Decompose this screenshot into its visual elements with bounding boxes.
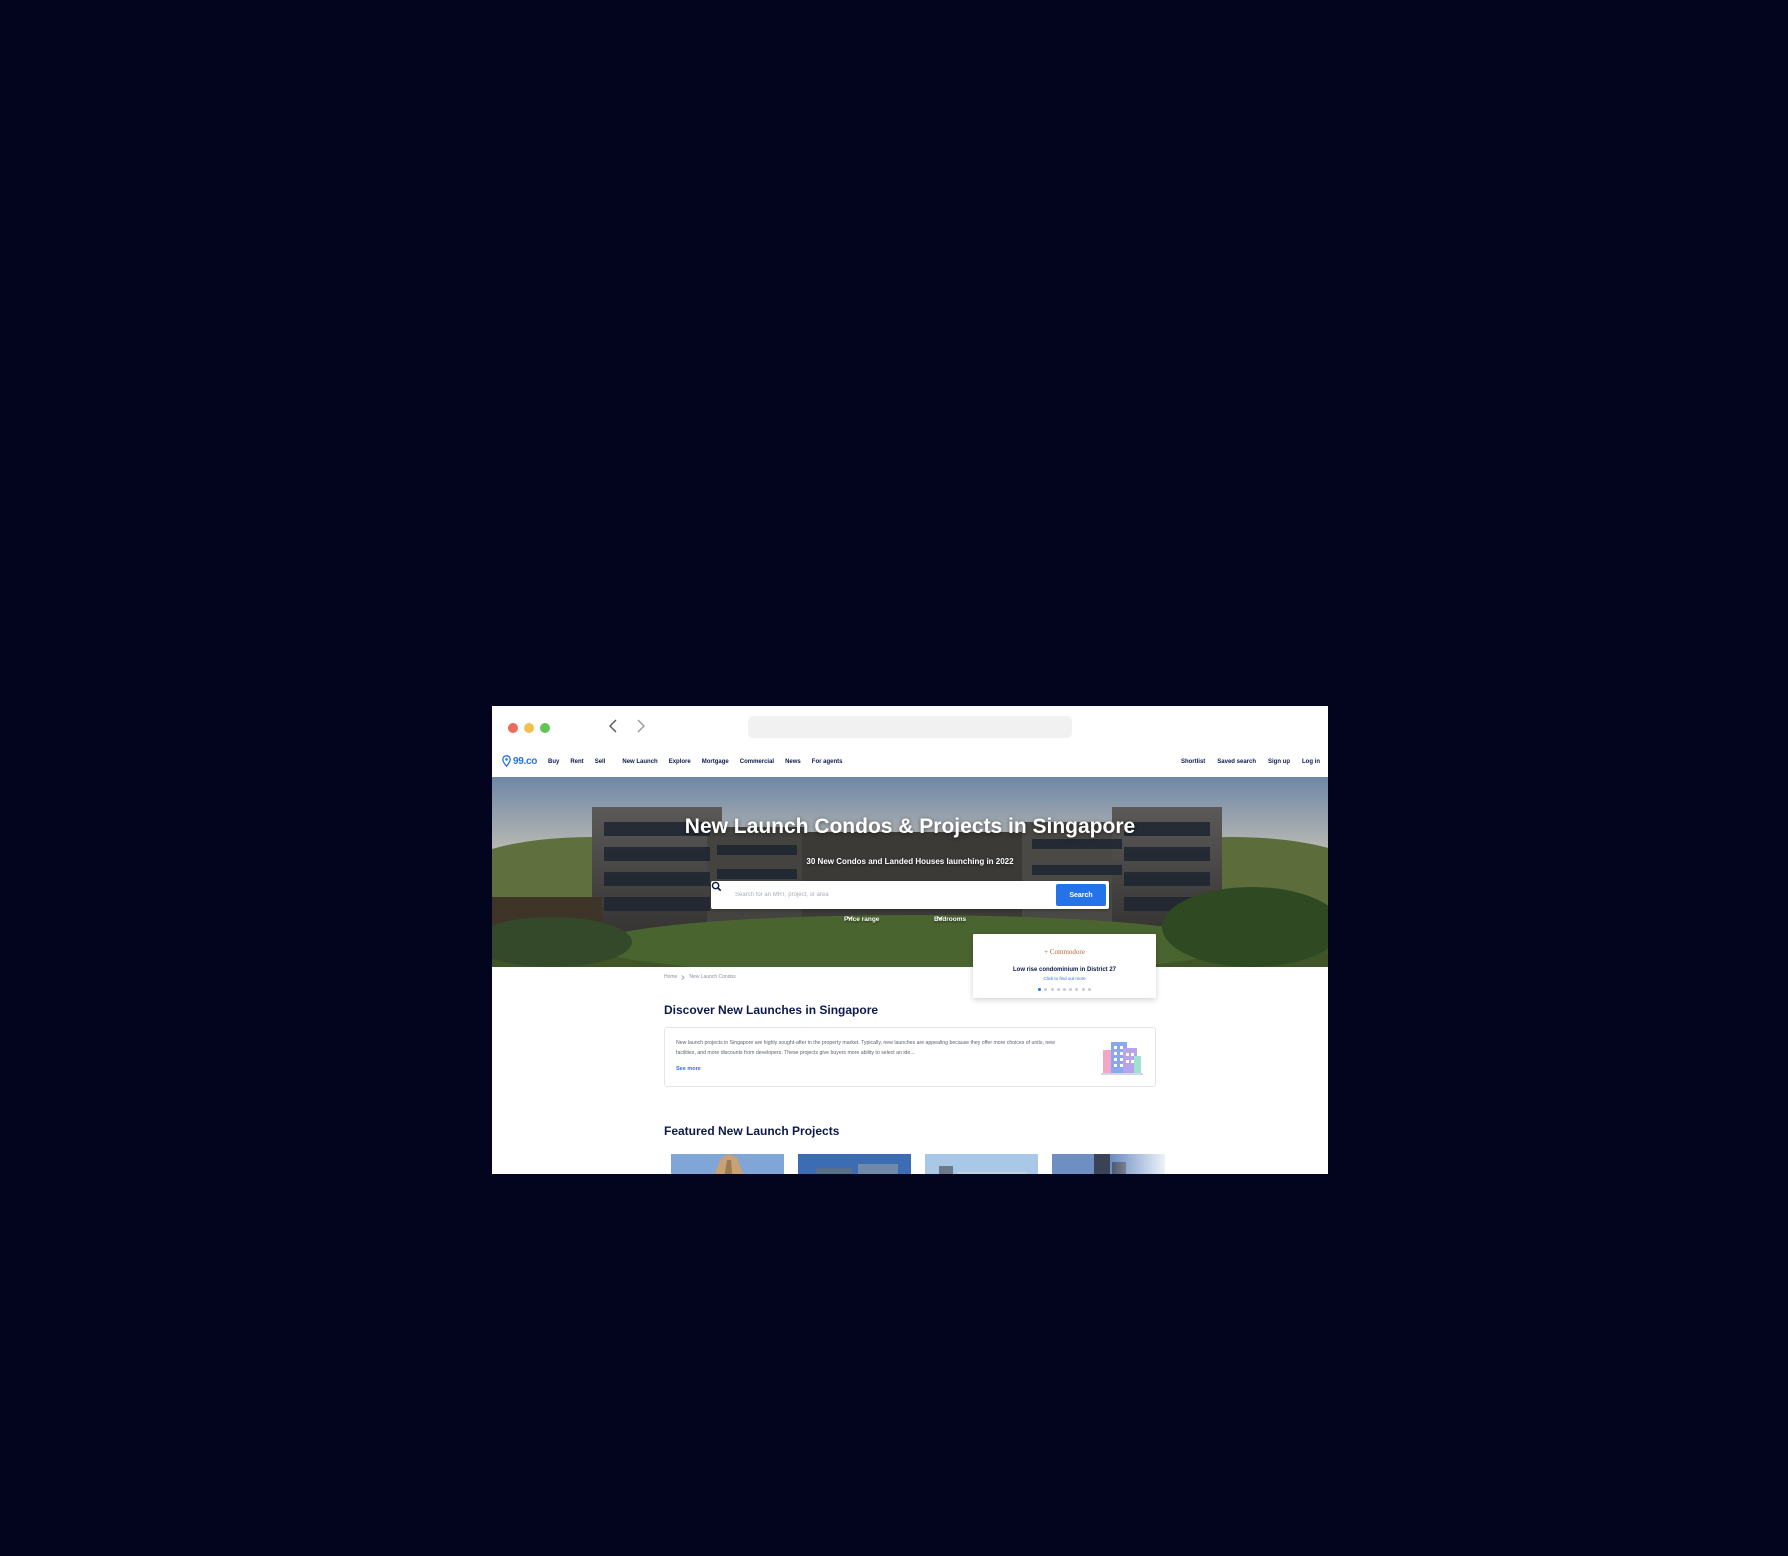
carousel-dot[interactable] bbox=[1056, 988, 1060, 991]
hero-title: New Launch Condos & Projects in Singapor… bbox=[684, 815, 1136, 838]
hero-subtitle: 30 New Condos and Landed Houses launchin… bbox=[806, 857, 1014, 866]
search-icon bbox=[711, 881, 722, 892]
account-nav: Shortlist Saved search Sign up Log in bbox=[1169, 746, 1320, 777]
forward-arrow-icon[interactable] bbox=[630, 716, 650, 736]
chevron-down-icon bbox=[937, 916, 943, 920]
nav-explore[interactable]: Explore bbox=[669, 759, 691, 765]
carousel-dot[interactable] bbox=[1087, 988, 1091, 991]
carousel-fade bbox=[1112, 1154, 1172, 1174]
project-card[interactable] bbox=[798, 1154, 911, 1174]
carousel-dot[interactable] bbox=[1075, 988, 1079, 991]
search-button[interactable]: Search bbox=[1056, 884, 1106, 906]
see-more-link[interactable]: See more bbox=[676, 1066, 701, 1072]
carousel-dots bbox=[973, 988, 1156, 991]
price-range-dropdown[interactable]: Price range bbox=[844, 916, 879, 923]
nav-new-launch[interactable]: New Launch bbox=[622, 759, 657, 765]
logo-text: 99.co bbox=[513, 755, 538, 767]
project-thumbnail bbox=[671, 1154, 784, 1174]
promo-link[interactable]: Click to find out more bbox=[973, 976, 1156, 981]
back-arrow-icon[interactable] bbox=[604, 716, 624, 736]
nav-for-agents[interactable]: For agents bbox=[812, 759, 843, 765]
nav-buy[interactable]: Buy bbox=[548, 759, 559, 765]
promo-title: Low rise condominium in District 27 bbox=[1012, 967, 1117, 973]
maximize-window-button[interactable] bbox=[540, 723, 550, 733]
hero-banner: New Launch Condos & Projects in Singapor… bbox=[492, 777, 1328, 967]
search-input[interactable] bbox=[735, 888, 1055, 902]
breadcrumb-current: New Launch Condos bbox=[689, 974, 736, 980]
carousel-dot[interactable] bbox=[1050, 988, 1054, 991]
carousel-dot[interactable] bbox=[1063, 988, 1066, 991]
nav-sign-up[interactable]: Sign up bbox=[1268, 759, 1290, 765]
carousel-dot[interactable] bbox=[1081, 988, 1085, 991]
hero-background-image bbox=[492, 777, 1328, 967]
project-thumbnail bbox=[925, 1154, 1038, 1174]
discover-description: New launch projects in Singapore are hig… bbox=[676, 1040, 1055, 1056]
featured-section-title: Featured New Launch Projects bbox=[664, 1124, 840, 1138]
browser-window: 99.co Buy Rent Sell New Launch Explore M… bbox=[492, 706, 1328, 1174]
chevron-down-icon bbox=[847, 916, 853, 920]
featured-projects-list bbox=[671, 1154, 1179, 1174]
breadcrumb-home[interactable]: Home bbox=[664, 974, 677, 980]
minimize-window-button[interactable] bbox=[524, 723, 534, 733]
discover-info-card: New launch projects in Singapore are hig… bbox=[664, 1027, 1156, 1087]
nav-log-in[interactable]: Log in bbox=[1302, 759, 1320, 765]
main-nav: Buy Rent Sell New Launch Explore Mortgag… bbox=[548, 746, 853, 777]
promo-brand-logo: + Commodore bbox=[1044, 948, 1085, 956]
promo-card[interactable]: + Commodore Low rise condominium in Dist… bbox=[973, 934, 1156, 998]
nav-commercial[interactable]: Commercial bbox=[740, 759, 774, 765]
chevron-right-icon bbox=[681, 974, 685, 980]
building-illustration-icon bbox=[1101, 1042, 1143, 1075]
address-bar[interactable] bbox=[748, 716, 1072, 738]
location-pin-icon bbox=[502, 755, 511, 767]
bedrooms-dropdown[interactable]: Bedrooms bbox=[934, 916, 966, 923]
nav-shortlist[interactable]: Shortlist bbox=[1181, 759, 1205, 765]
nav-sell[interactable]: Sell bbox=[595, 759, 606, 765]
project-card[interactable] bbox=[925, 1154, 1038, 1174]
browser-toolbar bbox=[492, 706, 1328, 746]
site-header: 99.co Buy Rent Sell New Launch Explore M… bbox=[492, 746, 1328, 777]
nav-rent[interactable]: Rent bbox=[570, 759, 583, 765]
breadcrumb: Home New Launch Condos bbox=[664, 974, 736, 980]
carousel-dot[interactable] bbox=[1069, 988, 1073, 991]
nav-saved-search[interactable]: Saved search bbox=[1217, 759, 1256, 765]
project-thumbnail bbox=[798, 1154, 911, 1174]
search-bar: Search bbox=[711, 881, 1109, 909]
discover-section-title: Discover New Launches in Singapore bbox=[664, 1003, 879, 1017]
carousel-dot[interactable] bbox=[1038, 988, 1042, 991]
close-window-button[interactable] bbox=[508, 723, 518, 733]
project-card[interactable] bbox=[671, 1154, 784, 1174]
site-logo[interactable]: 99.co bbox=[502, 753, 537, 769]
nav-news[interactable]: News bbox=[785, 759, 801, 765]
nav-mortgage[interactable]: Mortgage bbox=[702, 759, 729, 765]
carousel-dot[interactable] bbox=[1044, 988, 1048, 991]
